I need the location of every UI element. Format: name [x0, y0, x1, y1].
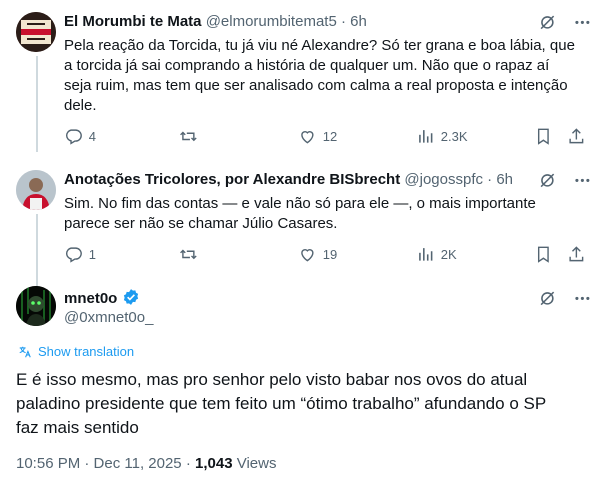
translate-icon — [19, 346, 31, 357]
reply-count: 4 — [88, 128, 96, 144]
reply-count: 1 — [88, 246, 96, 262]
share-button[interactable] — [567, 245, 586, 264]
el-morumbi-logo-icon — [16, 12, 56, 52]
thread-line — [36, 56, 38, 152]
more-icon[interactable] — [573, 13, 592, 32]
retweet-button[interactable] — [179, 127, 204, 146]
reply-icon — [65, 129, 82, 145]
tweet-top-actions — [538, 289, 592, 308]
tweet-text-line: E é isso mesmo, mas pro senhor pelo vist… — [16, 370, 528, 389]
bookmark-button[interactable] — [534, 245, 553, 264]
reply-tweet-1: El Morumbi te Mata @elmorumbitemat5 · 6h… — [0, 0, 598, 152]
bookmark-button[interactable] — [534, 127, 553, 146]
analytics-icon — [419, 130, 433, 143]
tweet-meta: 10:56 PM · Dec 11, 2025 · 1,043 Views — [16, 454, 276, 474]
handle[interactable]: @elmorumbitemat5 — [206, 13, 337, 30]
post-timestamp[interactable]: 10:56 PM · Dec 11, 2025 · — [16, 455, 191, 472]
main-tweet-text: E é isso mesmo, mas pro senhor pelo vist… — [16, 368, 586, 440]
like-button[interactable]: 12 — [298, 127, 337, 146]
avatar[interactable] — [16, 286, 56, 326]
tweet-text-line: a torcida já sai comprando a história de… — [64, 57, 550, 74]
display-name[interactable]: Anotações Tricolores, por Alexandre BISb… — [64, 171, 400, 188]
tweet-header: Anotações Tricolores, por Alexandre BISb… — [64, 170, 513, 190]
retweet-button[interactable] — [179, 245, 204, 264]
avatar[interactable] — [16, 12, 56, 52]
display-name[interactable]: mnet0o — [64, 290, 117, 307]
tweet-actions: 4 12 2.3K — [64, 127, 584, 147]
like-button[interactable]: 19 — [298, 245, 337, 264]
bookmark-icon — [537, 246, 549, 263]
views-count: 1,043 — [195, 455, 233, 472]
tweet-text-line: Pela reação da Torcida, tu já viu né Ale… — [64, 37, 575, 54]
views-button[interactable]: 2K — [416, 245, 457, 264]
tweet-top-actions — [538, 171, 592, 190]
tweet-actions: 1 19 2K — [64, 245, 584, 265]
tweet-header: El Morumbi te Mata @elmorumbitemat5 · 6h — [64, 12, 367, 32]
reply-icon — [65, 247, 82, 263]
verified-badge-icon — [123, 289, 138, 305]
heart-icon — [301, 131, 314, 144]
reply-button[interactable]: 4 — [64, 127, 96, 146]
bookmark-icon — [537, 128, 549, 145]
heart-icon — [301, 249, 314, 262]
views-button[interactable]: 2.3K — [416, 127, 468, 146]
grok-icon[interactable] — [538, 289, 557, 308]
share-icon — [569, 246, 584, 262]
views-label: Views — [236, 455, 277, 472]
tweet-text-line: parece ser não se chamar Júlio Casares. — [64, 215, 338, 232]
share-icon — [569, 128, 584, 144]
tweet-text-line: dele. — [64, 97, 97, 114]
tweet-text-line: seja ruim, mas tem que ser analisado com… — [64, 77, 568, 94]
show-translation-link[interactable]: Show translation — [18, 344, 134, 359]
matrix-avatar-icon — [16, 286, 56, 326]
retweet-icon — [180, 249, 197, 260]
timestamp[interactable]: · 6h — [487, 171, 513, 188]
author-name-row: mnet0o — [64, 288, 140, 309]
tweet-text-line: Sim. No fim das contas — e vale não só p… — [64, 195, 536, 212]
grok-icon[interactable] — [538, 13, 557, 32]
analytics-icon — [419, 248, 433, 261]
like-count: 12 — [322, 128, 338, 144]
reply-tweet-2: Anotações Tricolores, por Alexandre BISb… — [0, 160, 598, 290]
handle[interactable]: @0xmnet0o_ — [64, 308, 153, 328]
views-count: 2.3K — [440, 128, 468, 144]
tweet-text-line: paladino presidente que tem feito um “ót… — [16, 394, 547, 413]
tweet-text-line: faz mais sentido — [16, 418, 139, 437]
person-photo-icon — [16, 170, 56, 210]
tweet-text: Pela reação da Torcida, tu já viu né Ale… — [64, 36, 584, 116]
reply-button[interactable]: 1 — [64, 245, 96, 264]
timestamp[interactable]: · 6h — [341, 13, 367, 30]
retweet-icon — [180, 131, 197, 142]
avatar[interactable] — [16, 170, 56, 210]
views-count: 2K — [440, 246, 457, 262]
share-button[interactable] — [567, 127, 586, 146]
display-name[interactable]: El Morumbi te Mata — [64, 13, 202, 30]
like-count: 19 — [322, 246, 338, 262]
more-icon[interactable] — [573, 171, 592, 190]
grok-icon[interactable] — [538, 171, 557, 190]
tweet-text: Sim. No fim das contas — e vale não só p… — [64, 194, 584, 234]
tweet-top-actions — [538, 13, 592, 32]
show-translation-label: Show translation — [38, 344, 135, 359]
thread-line — [36, 214, 38, 290]
more-icon[interactable] — [573, 289, 592, 308]
handle[interactable]: @jogosspfc — [404, 171, 483, 188]
main-tweet: mnet0o @0xmnet0o_ Show translation E é i… — [0, 280, 598, 484]
